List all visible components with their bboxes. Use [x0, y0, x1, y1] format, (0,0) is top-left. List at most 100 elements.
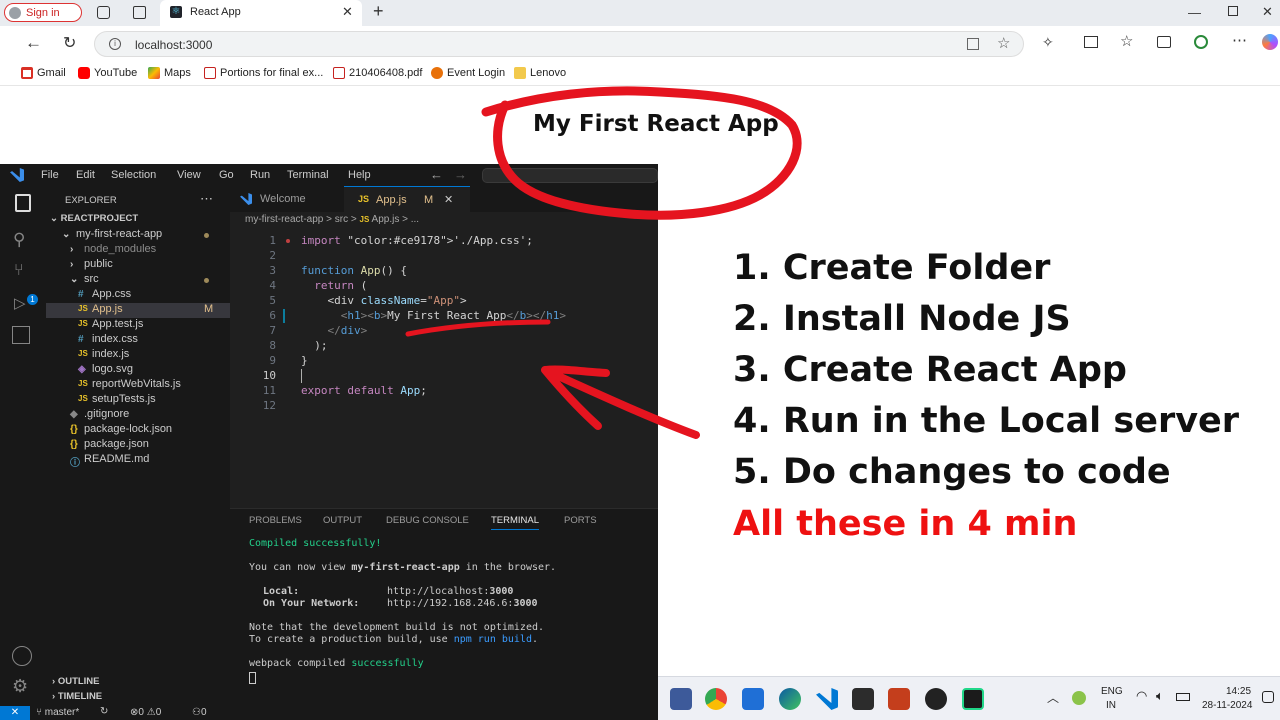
tree-item[interactable]: {} package-lock.json	[46, 423, 230, 438]
wifi-icon[interactable]: ◠	[1136, 688, 1147, 704]
app-available-icon[interactable]	[967, 38, 979, 50]
tree-item[interactable]: › node_modules	[46, 243, 230, 258]
battery-icon[interactable]	[1176, 693, 1190, 701]
project-root[interactable]: ⌄ REACTPROJECT	[50, 213, 138, 224]
menu-view[interactable]: View	[177, 169, 201, 181]
profile-button[interactable]: Sign in	[4, 3, 82, 22]
media-player-app-icon[interactable]	[925, 688, 947, 710]
menu-file[interactable]: File	[41, 169, 59, 181]
browser-essentials-icon[interactable]	[1194, 35, 1208, 49]
tree-item[interactable]: ◈ logo.svg	[46, 363, 230, 378]
menu-selection[interactable]: Selection	[111, 169, 156, 181]
tree-item[interactable]: ◆ .gitignore	[46, 408, 230, 423]
vscode-app-icon[interactable]	[816, 688, 838, 710]
bookmark-maps[interactable]: Maps	[148, 67, 191, 79]
pycharm-app-icon[interactable]	[962, 688, 984, 710]
bookmark-lenovo[interactable]: Lenovo	[514, 67, 566, 79]
explorer-more-icon[interactable]: ⋯	[200, 191, 213, 207]
copilot-icon[interactable]	[1262, 34, 1278, 50]
tree-item[interactable]: # index.css	[46, 333, 230, 348]
more-options-icon[interactable]: ⋯	[1232, 31, 1247, 49]
tree-item[interactable]: {} package.json	[46, 438, 230, 453]
tree-item[interactable]: JS App.js M	[46, 303, 230, 318]
site-info-icon[interactable]: i	[109, 38, 121, 50]
edge-app-icon[interactable]	[779, 688, 801, 710]
file-explorer-app-icon[interactable]	[670, 688, 692, 710]
menu-edit[interactable]: Edit	[76, 169, 95, 181]
breadcrumb-file[interactable]: App.js	[372, 214, 400, 225]
split-screen-icon[interactable]	[1084, 36, 1098, 48]
outline-section[interactable]: › OUTLINE	[52, 676, 100, 687]
ports-status[interactable]: ⚇0	[192, 707, 207, 718]
favorites-icon[interactable]: ☆	[1120, 32, 1133, 50]
url-text[interactable]: localhost:3000	[135, 38, 212, 52]
menu-terminal[interactable]: Terminal	[287, 169, 329, 181]
powerpoint-app-icon[interactable]	[888, 688, 910, 710]
menu-go[interactable]: Go	[219, 169, 234, 181]
address-field[interactable]: i localhost:3000 ☆	[94, 31, 1024, 57]
sync-icon[interactable]: ↻	[100, 706, 108, 717]
breadcrumb-src[interactable]: src	[335, 214, 348, 225]
restore-icon[interactable]	[1228, 6, 1238, 16]
language-bottom[interactable]: IN	[1106, 700, 1116, 711]
nav-forward-icon[interactable]: →	[454, 167, 467, 182]
menu-run[interactable]: Run	[250, 169, 270, 181]
language-top[interactable]: ENG	[1101, 686, 1123, 697]
refresh-icon[interactable]: ↻	[63, 33, 76, 53]
tab-welcome[interactable]: Welcome	[230, 186, 344, 212]
collections-icon[interactable]	[1157, 36, 1171, 48]
tree-item[interactable]: ⌄ src	[46, 273, 230, 288]
explorer-icon[interactable]	[15, 194, 31, 212]
extensions-icon[interactable]: ✧	[1042, 34, 1054, 51]
accounts-icon[interactable]	[12, 646, 32, 666]
tree-item[interactable]: JS index.js	[46, 348, 230, 363]
volume-icon[interactable]: 🔈︎	[1156, 688, 1164, 704]
search-icon[interactable]: ⚲	[13, 230, 37, 254]
bookmark-youtube[interactable]: YouTube	[78, 67, 137, 79]
settings-gear-icon[interactable]: ⚙	[12, 676, 36, 700]
bookmark-event-login[interactable]: Event Login	[431, 67, 505, 79]
favorite-star-icon[interactable]: ☆	[997, 34, 1010, 52]
problems-status[interactable]: ⊗0 ⚠0	[130, 707, 161, 718]
tree-item[interactable]: › public	[46, 258, 230, 273]
panel-tab-debug-console[interactable]: DEBUG CONSOLE	[386, 515, 469, 526]
clock-time[interactable]: 14:25	[1226, 686, 1251, 697]
nav-back-icon[interactable]: ←	[430, 167, 443, 182]
new-tab-icon[interactable]: +	[373, 1, 384, 22]
bookmark-gmail[interactable]: Gmail	[21, 67, 66, 79]
back-icon[interactable]: ←	[25, 33, 42, 53]
bookmark-pdf[interactable]: 210406408.pdf	[333, 67, 422, 79]
panel-tab-ports[interactable]: PORTS	[564, 515, 597, 526]
tree-item[interactable]: JS App.test.js	[46, 318, 230, 333]
notifications-icon[interactable]	[1262, 691, 1274, 703]
tab-app-js[interactable]: JS App.js M ✕	[344, 186, 470, 212]
mail-app-icon[interactable]	[742, 688, 764, 710]
extensions-view-icon[interactable]	[12, 326, 30, 344]
tree-item[interactable]: ⌄ my-first-react-app	[46, 228, 230, 243]
tree-item[interactable]: ⓘ README.md	[46, 453, 230, 469]
command-center-search[interactable]	[482, 168, 658, 183]
panel-tab-problems[interactable]: PROBLEMS	[249, 515, 302, 526]
tree-item[interactable]: JS reportWebVitals.js	[46, 378, 230, 393]
close-tab-icon[interactable]: ✕	[444, 193, 453, 206]
menu-help[interactable]: Help	[348, 169, 371, 181]
show-hidden-icons-icon[interactable]: ︿	[1047, 689, 1059, 706]
tab-react-app[interactable]: ⚛ React App ✕	[160, 0, 362, 26]
store-app-icon[interactable]	[852, 688, 874, 710]
remote-indicator[interactable]: ✕	[0, 706, 30, 720]
timeline-section[interactable]: › TIMELINE	[52, 691, 102, 702]
tray-app-icon[interactable]	[1072, 691, 1086, 705]
tree-item[interactable]: JS setupTests.js	[46, 393, 230, 408]
close-window-icon[interactable]: ✕	[1262, 4, 1273, 20]
tab-actions-icon[interactable]	[133, 6, 146, 19]
tree-item[interactable]: # App.css	[46, 288, 230, 303]
workspaces-icon[interactable]	[97, 6, 110, 19]
clock-date[interactable]: 28-11-2024	[1202, 700, 1252, 711]
close-tab-icon[interactable]: ✕	[342, 4, 353, 20]
panel-tab-output[interactable]: OUTPUT	[323, 515, 362, 526]
source-control-icon[interactable]: ⑂	[14, 262, 38, 286]
run-debug-icon[interactable]: ▷	[14, 294, 38, 318]
chrome-app-icon[interactable]	[705, 688, 727, 710]
panel-tab-terminal[interactable]: TERMINAL	[491, 515, 540, 530]
git-branch[interactable]: ⑂ master*	[36, 707, 79, 718]
